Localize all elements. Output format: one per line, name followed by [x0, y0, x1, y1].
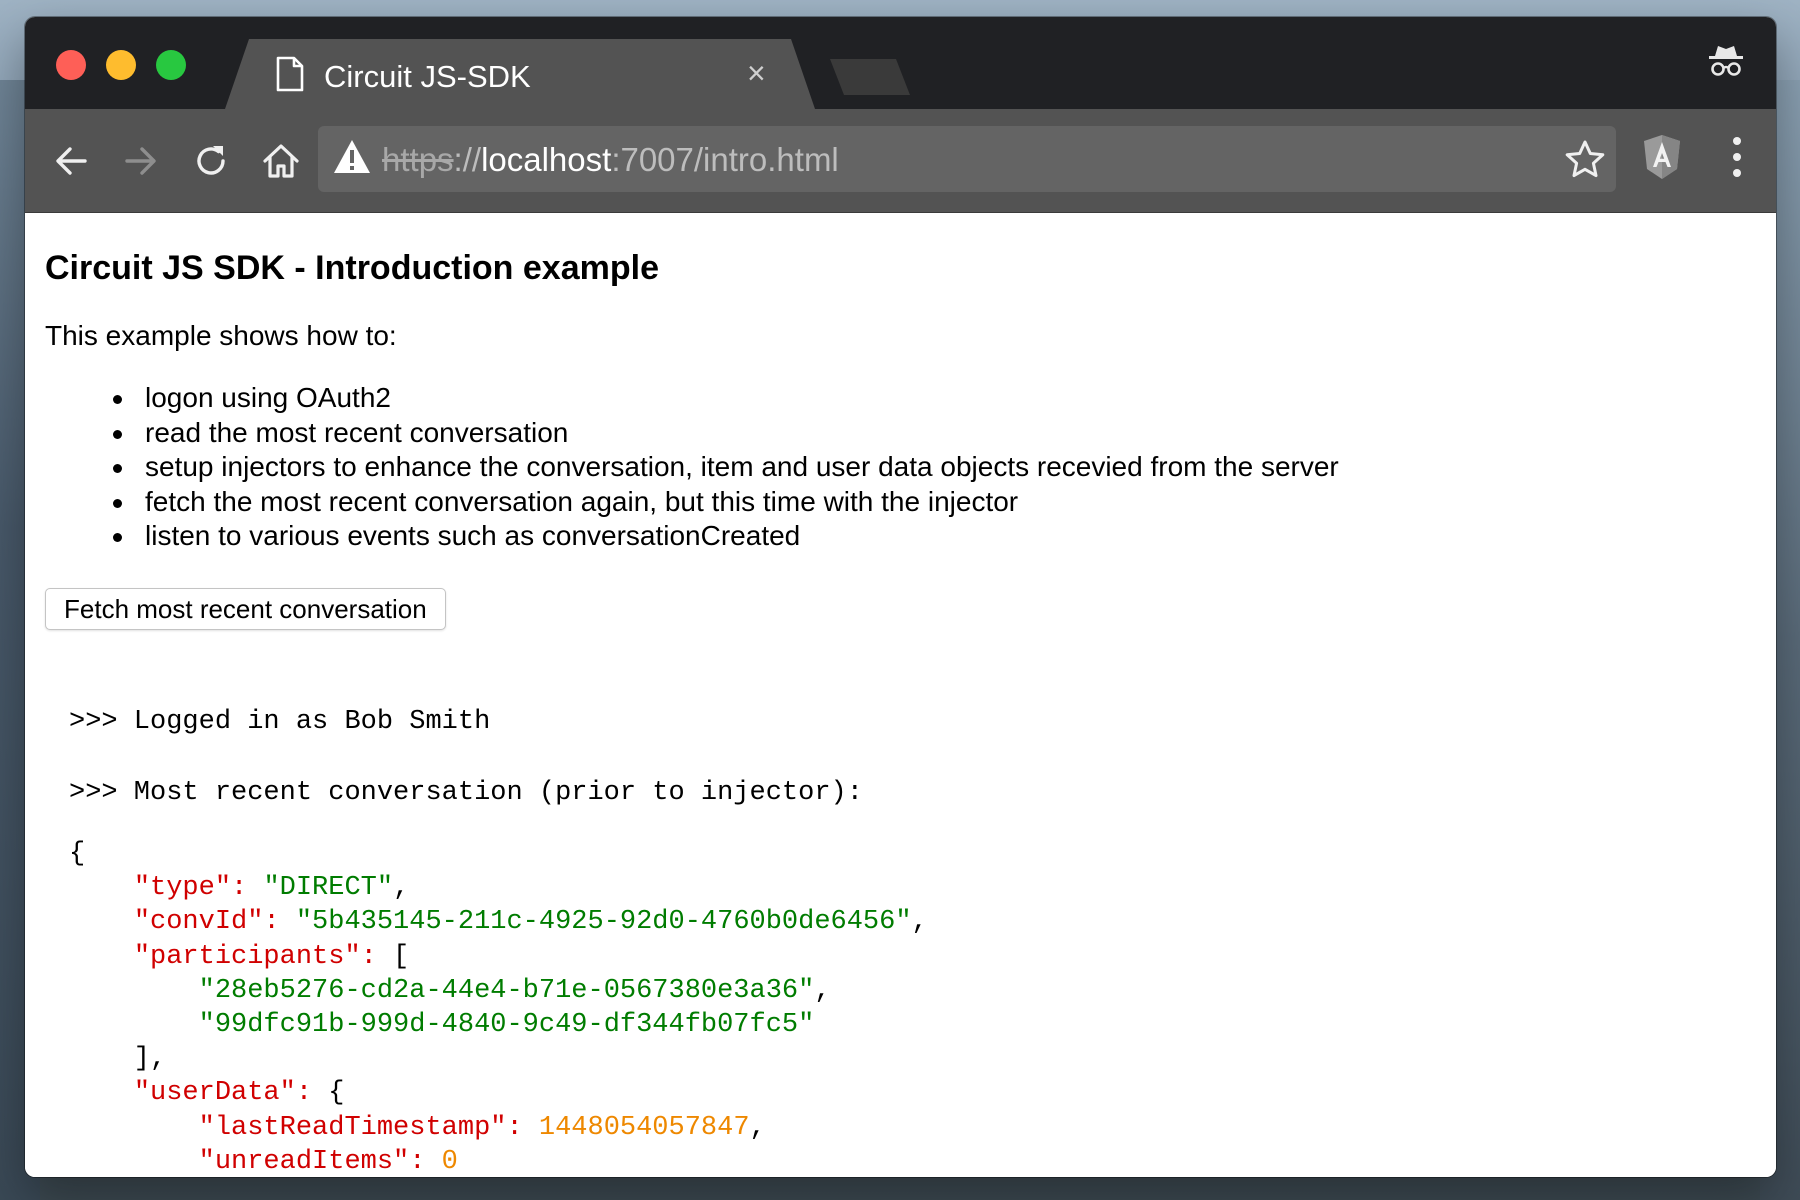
list-item: setup injectors to enhance the conversat…: [113, 450, 1339, 485]
close-window-button[interactable]: [56, 50, 86, 80]
tab-title: Circuit JS-SDK: [324, 59, 531, 94]
json-number: 1448054057847: [538, 1112, 750, 1143]
maximize-window-button[interactable]: [156, 50, 186, 80]
page-title: Circuit JS SDK - Introduction example: [45, 249, 659, 287]
fetch-conversation-button[interactable]: Fetch most recent conversation: [45, 588, 446, 630]
json-key: "lastReadTimestamp": [198, 1112, 507, 1143]
menu-icon[interactable]: [1731, 135, 1743, 179]
new-tab-button[interactable]: [830, 59, 910, 95]
json-string: "5b435145-211c-4925-92d0-4760b0de6456": [295, 907, 912, 938]
url-separator: ://: [453, 141, 482, 178]
json-key: "participants": [133, 941, 361, 972]
list-item: read the most recent conversation: [113, 416, 1339, 451]
incognito-icon: [1709, 46, 1743, 76]
json-number: 0: [441, 1146, 458, 1177]
log-logged-in: >>> Logged in as Bob Smith: [69, 707, 491, 737]
back-icon[interactable]: [49, 139, 93, 183]
tab-close-icon[interactable]: ×: [747, 57, 766, 89]
log-recent-conversation: >>> Most recent conversation (prior to i…: [69, 778, 863, 808]
warning-icon[interactable]: [332, 138, 372, 176]
json-key: "convId": [133, 907, 264, 938]
list-item: fetch the most recent conversation again…: [113, 485, 1339, 520]
reload-icon[interactable]: [189, 139, 233, 183]
url-path: :7007/intro.html: [611, 141, 839, 178]
json-key: "unreadItems": [198, 1146, 410, 1177]
json-brace: {: [69, 839, 86, 869]
json-key: "userData": [133, 1078, 296, 1109]
window-controls: [56, 50, 186, 80]
list-item: listen to various events such as convers…: [113, 519, 1339, 554]
home-icon[interactable]: [259, 139, 303, 183]
url-host: localhost: [481, 141, 612, 178]
browser-toolbar: https://localhost:7007/intro.html: [25, 109, 1776, 213]
json-output: { "type": "DIRECT", "convId": "5b435145-…: [69, 839, 928, 1177]
list-item: logon using OAuth2: [113, 381, 1339, 416]
page-content: Circuit JS SDK - Introduction example Th…: [25, 213, 1776, 1177]
tab-active[interactable]: Circuit JS-SDK ×: [225, 39, 815, 109]
json-string: "28eb5276-cd2a-44e4-b71e-0567380e3a36": [198, 975, 815, 1006]
json-key: "type": [133, 873, 232, 904]
address-bar[interactable]: https://localhost:7007/intro.html: [318, 126, 1616, 192]
angular-extension-icon[interactable]: [1641, 133, 1683, 181]
intro-text: This example shows how to:: [45, 320, 397, 351]
star-icon[interactable]: [1564, 139, 1606, 179]
browser-window: Circuit JS-SDK × https://localhost:7007/…: [25, 17, 1776, 1177]
url-text[interactable]: https://localhost:7007/intro.html: [382, 141, 839, 179]
tab-strip: Circuit JS-SDK ×: [25, 17, 1776, 109]
json-string: "99dfc91b-999d-4840-9c49-df344fb07fc5": [198, 1010, 815, 1041]
forward-icon[interactable]: [119, 139, 163, 183]
url-scheme: https: [382, 141, 454, 178]
document-icon: [276, 56, 304, 92]
json-string: "DIRECT": [263, 873, 394, 904]
feature-list: logon using OAuth2 read the most recent …: [113, 381, 1339, 554]
minimize-window-button[interactable]: [106, 50, 136, 80]
